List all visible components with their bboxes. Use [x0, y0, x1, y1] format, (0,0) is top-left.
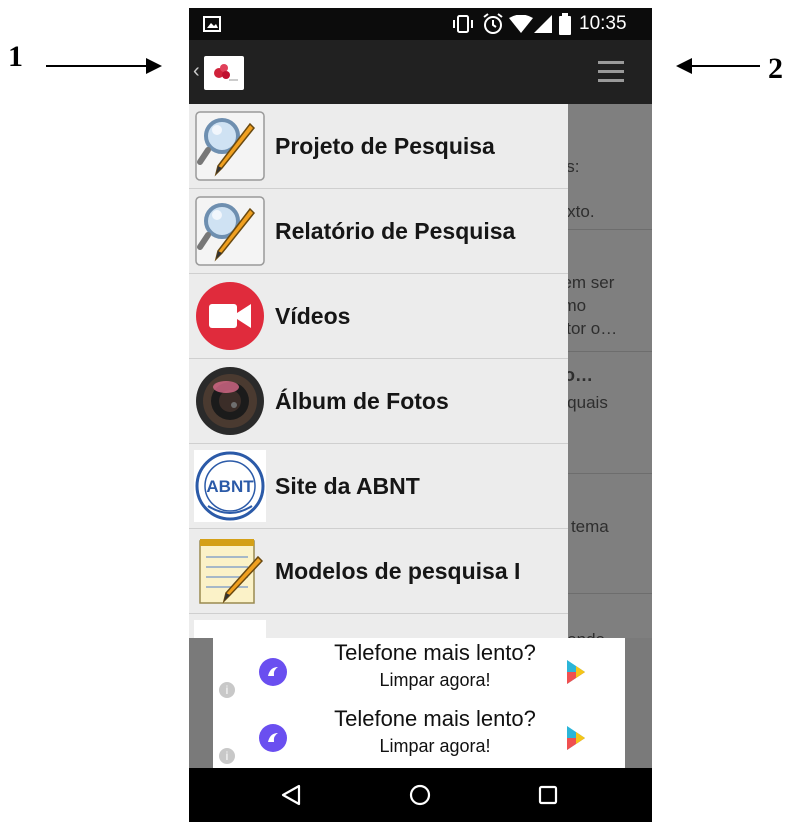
app-logo-icon [204, 56, 244, 90]
ad-subline: Limpar agora! [379, 736, 491, 756]
alarm-icon [483, 13, 503, 34]
back-icon[interactable] [279, 783, 303, 807]
menu-item-site-da-abnt[interactable]: ABNT Site da ABNT [189, 444, 568, 529]
callout-1-arrowhead [146, 58, 162, 74]
bg-divider [568, 473, 652, 474]
callout-2-arrowhead [676, 58, 692, 74]
hamburger-menu-button[interactable] [591, 54, 631, 90]
phone-screen: 10:35 ‹ ais: texto. [189, 8, 652, 822]
app-bar: ‹ [189, 40, 652, 104]
ad-info-icon[interactable]: i [219, 748, 235, 764]
menu-item-label: Projeto de Pesquisa [275, 133, 495, 159]
cleaner-app-icon [259, 724, 287, 752]
back-chevron-icon: ‹ [193, 60, 200, 82]
play-store-icon[interactable] [565, 724, 587, 752]
wifi-icon [509, 15, 533, 33]
video-camera-icon [196, 282, 264, 350]
hamburger-icon [598, 61, 624, 82]
play-store-icon[interactable] [565, 658, 587, 686]
bg-divider [568, 593, 652, 594]
cleaner-app-icon [259, 658, 287, 686]
status-bar: 10:35 [189, 8, 652, 40]
menu-item-label: Site da ABNT [275, 473, 420, 499]
ad-headline: Telefone mais lento? [334, 640, 536, 665]
menu-item-modelos-de-pesquisa-i[interactable]: Modelos de pesquisa I [189, 529, 568, 614]
recents-icon[interactable] [537, 784, 559, 806]
callout-1-label: 1 [8, 40, 23, 73]
magnifier-pencil-icon [195, 111, 265, 181]
menu-item-relatorio-de-pesquisa[interactable]: Relatório de Pesquisa [189, 189, 568, 274]
battery-icon [559, 13, 571, 35]
ad-subline: Limpar agora! [379, 670, 491, 690]
ad-item[interactable]: i Telefone mais lento? Limpar agora! [213, 638, 625, 702]
menu-item-label: Relatório de Pesquisa [275, 218, 516, 244]
notepad-pencil-icon [199, 539, 264, 604]
menu-item-projeto-de-pesquisa[interactable]: Projeto de Pesquisa [189, 104, 568, 189]
bg-divider [568, 351, 652, 352]
ad-item[interactable]: i Telefone mais lento? Limpar agora! [213, 704, 625, 768]
camera-lens-icon [196, 367, 264, 435]
ad-info-icon[interactable]: i [219, 682, 235, 698]
menu-item-label: Modelos de pesquisa I [275, 558, 521, 584]
home-icon[interactable] [408, 783, 432, 807]
cell-signal-icon [534, 15, 552, 33]
menu-item-label: Álbum de Fotos [275, 388, 449, 414]
svg-text:ABNT: ABNT [206, 477, 254, 496]
callout-2-label: 2 [768, 52, 783, 85]
magnifier-pencil-icon [195, 196, 265, 266]
bg-divider [568, 229, 652, 230]
menu-item-partial[interactable] [189, 614, 568, 638]
app-logo-icon [194, 620, 266, 638]
callout-1-arrow [46, 65, 146, 67]
gallery-notification-icon [203, 16, 221, 32]
menu-item-album-de-fotos[interactable]: Álbum de Fotos [189, 359, 568, 444]
abnt-logo-icon: ABNT [194, 450, 266, 522]
status-time: 10:35 [579, 13, 627, 34]
navigation-drawer: Projeto de Pesquisa Relatório de Pesquis… [189, 104, 568, 638]
ad-banner[interactable]: i Telefone mais lento? Limpar agora! i T… [213, 638, 625, 768]
system-nav-bar [189, 768, 652, 822]
menu-item-label: Vídeos [275, 303, 351, 329]
vibrate-icon [453, 15, 473, 33]
drawer-toggle-button[interactable]: ‹ [189, 40, 251, 104]
menu-item-videos[interactable]: Vídeos [189, 274, 568, 359]
callout-2-arrow [692, 65, 760, 67]
ad-headline: Telefone mais lento? [334, 706, 536, 731]
